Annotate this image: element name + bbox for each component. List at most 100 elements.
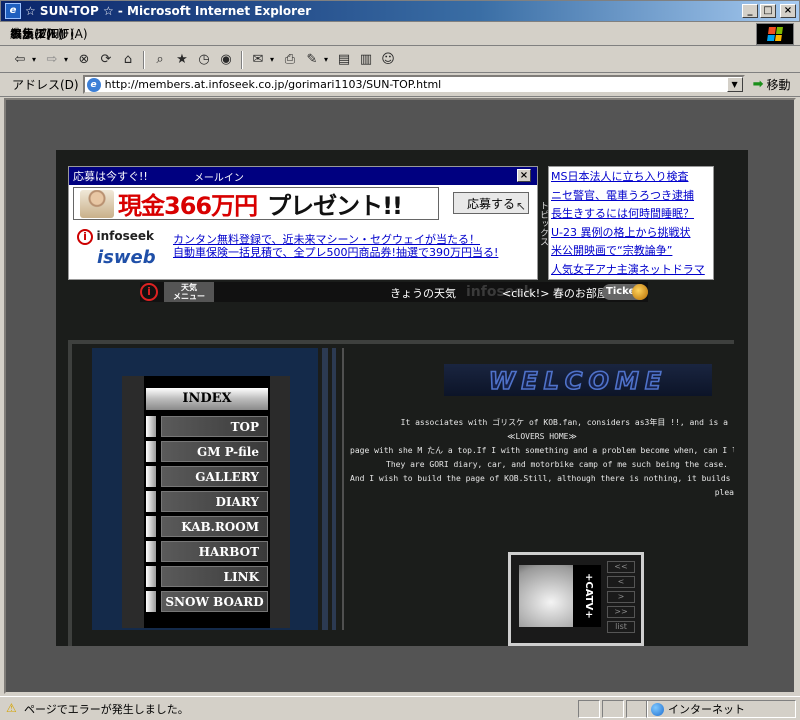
topic-link[interactable]: 長生きするには何時間睡眠？ <box>551 205 711 224</box>
welcome-title: WELCOME <box>489 367 667 395</box>
messenger-icon[interactable]: ☺ <box>378 50 398 70</box>
stop-icon[interactable]: ⊗ <box>74 50 94 70</box>
edit-icon[interactable]: ✎ <box>302 50 322 70</box>
nav-item-link[interactable]: LINK <box>146 566 268 587</box>
close-button[interactable]: × <box>780 4 796 18</box>
status-pane <box>626 700 648 718</box>
address-bar: アドレス(D) e http://members.at.infoseek.co.… <box>0 73 800 97</box>
topics-tab: トピックス <box>538 200 548 246</box>
back-icon[interactable]: ⇦ <box>10 50 30 70</box>
status-text: ページでエラーが発生しました。 <box>24 702 189 716</box>
nav-menu: INDEX TOP GM P-file GALLERY DIARY KAB.RO… <box>144 376 270 628</box>
address-input[interactable]: e http://members.at.infoseek.co.jp/gorim… <box>82 75 745 94</box>
infoseek-brand: infoseek <box>96 229 155 243</box>
maximize-button[interactable]: □ <box>760 4 776 18</box>
topic-link[interactable]: 人気女子アナ主演ネットドラマ <box>551 261 711 280</box>
ad-header: 応募は今すぐ!! メールイン × <box>69 167 537 185</box>
warning-icon[interactable]: ⚠ <box>6 702 20 715</box>
ad-apply-label: 応募する <box>466 196 515 211</box>
ad-apply-button[interactable]: 応募する ↖ <box>453 192 529 214</box>
catv-controls: << < > >> list <box>607 561 635 636</box>
ad-link-insurance[interactable]: 自動車保険一括見積で、全プレ500円商品券!抽選で390万円当る! <box>173 246 533 259</box>
media-icon[interactable]: ◉ <box>216 50 236 70</box>
nav-tab-marker <box>146 541 156 562</box>
go-arrow-icon: ➡ <box>752 77 764 92</box>
ie-app-icon: e <box>5 3 21 19</box>
menu-help[interactable]: ヘルプ(H) <box>2 23 124 44</box>
minimize-button[interactable]: _ <box>742 4 758 18</box>
go-button[interactable]: ➡ 移動 <box>753 76 791 93</box>
back-dropdown-icon[interactable]: ▾ <box>32 55 40 64</box>
favorites-icon[interactable]: ★ <box>172 50 192 70</box>
ticker-logo[interactable]: Ticker <box>602 284 648 300</box>
intro-line: ≪LOVERS HOME≫ <box>507 432 577 441</box>
ad-banner[interactable]: 応募は今すぐ!! メールイン × 現金366万円 プレゼント!! 応募する ↖ … <box>68 166 538 280</box>
nav-item-label: LINK <box>161 566 268 587</box>
ad-prize-banner[interactable]: 現金366万円 プレゼント!! <box>73 187 439 220</box>
nav-item-label: GM P-file <box>161 441 268 462</box>
page-viewport: 応募は今すぐ!! メールイン × 現金366万円 プレゼント!! 応募する ↖ … <box>4 98 796 694</box>
nav-panel: INDEX TOP GM P-file GALLERY DIARY KAB.RO… <box>92 348 318 630</box>
ticker-click-link[interactable]: <click!> 春のお部屋 <box>502 285 608 301</box>
address-dropdown-icon[interactable]: ▼ <box>726 77 743 92</box>
intro-line: They are GORI diary, car, and motorbike … <box>386 460 728 469</box>
nav-item-label: SNOW BOARD <box>161 591 268 612</box>
home-icon[interactable]: ⌂ <box>118 50 138 70</box>
forward-dropdown-icon[interactable]: ▾ <box>64 55 72 64</box>
infoseek-i-icon[interactable]: i <box>140 283 158 301</box>
page-icon: e <box>86 78 101 92</box>
refresh-icon[interactable]: ⟳ <box>96 50 116 70</box>
ad-mail-link[interactable]: メールイン <box>194 169 244 184</box>
topics-list: MS日本法人に立ち入り検査 ニセ警官、電車うろつき逮捕 長生きするには何時間睡眠… <box>548 166 714 280</box>
catv-list-button[interactable]: list <box>607 621 635 633</box>
status-pane <box>578 700 600 718</box>
weather-strip: i 天気 メニュー きょうの天気 infoseek <click!> 春のお部屋… <box>140 282 648 302</box>
internet-zone-icon <box>651 702 664 716</box>
search-icon[interactable]: ⌕ <box>150 50 170 70</box>
topic-link[interactable]: U-23 異例の格上から挑戦状 <box>551 224 711 243</box>
nav-item-snow-board[interactable]: SNOW BOARD <box>146 591 268 612</box>
catv-prev-button[interactable]: < <box>607 576 635 588</box>
nav-item-harbot[interactable]: HARBOT <box>146 541 268 562</box>
ad-close-button[interactable]: × <box>517 169 531 182</box>
topic-link[interactable]: MS日本法人に立ち入り検査 <box>551 168 711 187</box>
discuss-icon[interactable]: ▤ <box>334 50 354 70</box>
nav-tab-marker <box>146 591 156 612</box>
catv-last-button[interactable]: >> <box>607 606 635 618</box>
catv-logo: +CATV+ <box>573 565 601 627</box>
address-label: アドレス(D) <box>12 78 79 92</box>
nav-tab-marker <box>146 566 156 587</box>
catv-next-button[interactable]: > <box>607 591 635 603</box>
research-icon[interactable]: ▥ <box>356 50 376 70</box>
catv-widget: +CATV+ << < > >> list <box>508 552 644 646</box>
nav-tab-marker <box>146 416 156 437</box>
nav-item-kab-room[interactable]: KAB.ROOM <box>146 516 268 537</box>
nav-item-label: KAB.ROOM <box>161 516 268 537</box>
nav-item-diary[interactable]: DIARY <box>146 491 268 512</box>
ad-link-segway[interactable]: カンタン無料登録で、近未来マシーン・セグウェイが当たる！ <box>173 233 533 246</box>
mail-icon[interactable]: ✉ <box>248 50 268 70</box>
edit-dropdown-icon[interactable]: ▾ <box>324 55 332 64</box>
nav-item-gm-pfile[interactable]: GM P-file <box>146 441 268 462</box>
mail-dropdown-icon[interactable]: ▾ <box>270 55 278 64</box>
catv-first-button[interactable]: << <box>607 561 635 573</box>
menu-bar: ファイル(F) 編集(E) 表示(V) お気に入り(A) ツール(T) ヘルプ(… <box>0 22 800 46</box>
nav-item-label: DIARY <box>161 491 268 512</box>
nav-item-top[interactable]: TOP <box>146 416 268 437</box>
topic-link[interactable]: 米公開映画で“宗教論争” <box>551 242 711 261</box>
history-icon[interactable]: ◷ <box>194 50 214 70</box>
weather-menu-button[interactable]: 天気 メニュー <box>164 282 214 302</box>
forward-icon[interactable]: ⇨ <box>42 50 62 70</box>
intro-line: plea <box>714 488 734 497</box>
globe-icon <box>632 284 648 300</box>
nav-item-gallery[interactable]: GALLERY <box>146 466 268 487</box>
infoseek-logo[interactable]: i infoseek isweb <box>77 229 167 275</box>
frame-border-left <box>68 344 72 646</box>
topic-link[interactable]: ニセ警官、電車うろつき逮捕 <box>551 187 711 206</box>
print-icon[interactable]: ⎙ <box>280 50 300 70</box>
welcome-intro: It associates with ゴリスケ of KOB.fan, cons… <box>350 416 734 500</box>
frame-divider <box>322 348 328 630</box>
ad-present-text: プレゼント!! <box>267 192 403 220</box>
nav-tab-marker <box>146 466 156 487</box>
ad-person-image <box>80 189 114 218</box>
